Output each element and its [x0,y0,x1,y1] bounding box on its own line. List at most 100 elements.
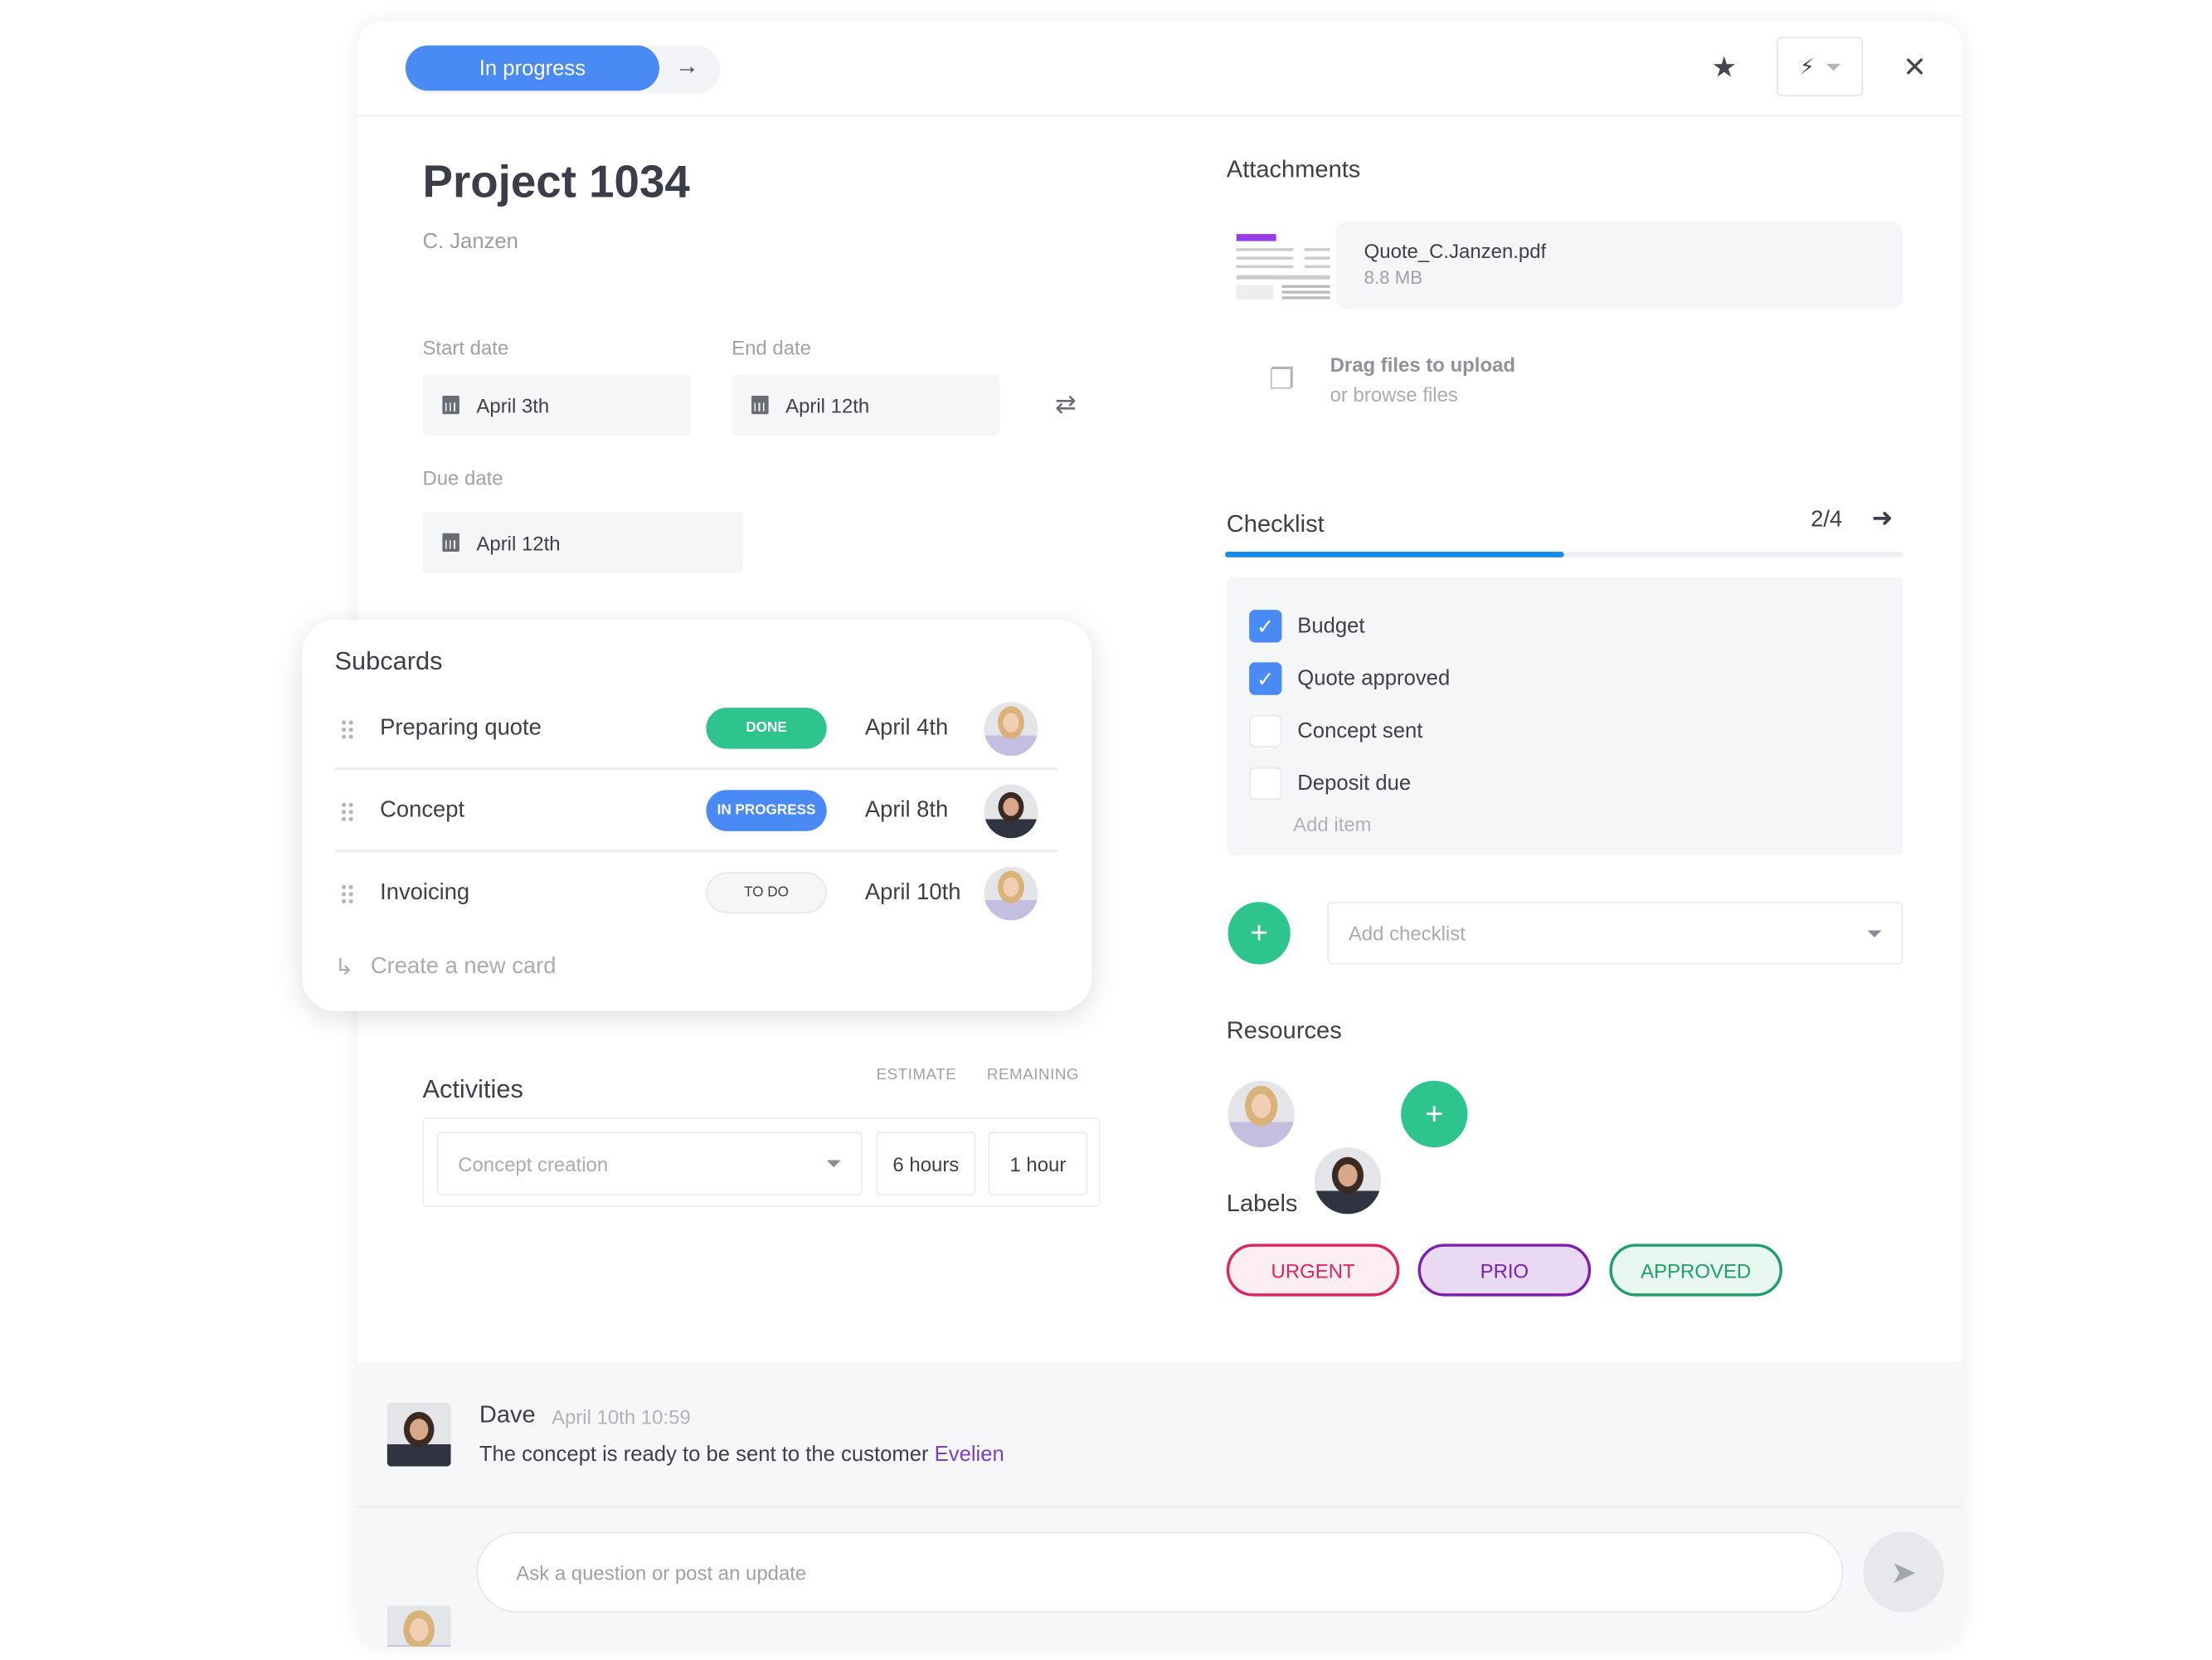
mention-link[interactable]: Evelien [935,1443,1004,1467]
label-approved[interactable]: APPROVED [1609,1244,1782,1297]
comments-area: Dave April 10th 10:59 The concept is rea… [357,1361,1963,1647]
subcard-row[interactable]: Concept IN PROGRESS April 8th [334,772,1058,853]
add-resource-button[interactable]: + [1401,1080,1468,1148]
attachments-title: Attachments [1226,156,1361,183]
checklist-item[interactable]: Concept sent [1249,714,1423,747]
footer-divider [357,1506,1963,1508]
resources-title: Resources [1226,1016,1342,1044]
calendar-icon [442,395,459,415]
start-date-field[interactable]: April 3th [422,374,691,436]
star-icon[interactable]: ★ [1711,50,1737,85]
end-date-label: End date [732,336,811,359]
drag-handle-icon[interactable] [340,883,355,903]
send-icon: ➤ [1890,1553,1917,1589]
page-title: Project 1034 [422,156,690,207]
arrow-right-icon[interactable]: → [675,52,699,80]
subcards-panel: Subcards Preparing quote DONE April 4th … [302,620,1092,1011]
comment-time: April 10th 10:59 [552,1405,691,1429]
drag-handle-icon[interactable] [340,801,355,821]
avatar[interactable] [1228,1080,1295,1148]
drag-handle-icon[interactable] [340,718,355,738]
due-date-field[interactable]: April 12th [422,512,743,573]
subcard-row[interactable]: Invoicing TO DO April 10th [334,852,1057,932]
comment-body: The concept is ready to be sent to the c… [479,1442,935,1467]
avatar [386,1402,451,1467]
status-button[interactable]: In progress [405,45,659,91]
status-badge[interactable]: IN PROGRESS [706,790,827,831]
checklist-item-label: Quote approved [1297,666,1451,691]
subcard-row[interactable]: Preparing quote DONE April 4th [334,689,1058,771]
subcard-date: April 8th [864,797,949,822]
close-icon[interactable]: ✕ [1903,50,1927,85]
labels-list: URGENT PRIO APPROVED [1226,1244,1782,1297]
calendar-icon [442,533,459,553]
subcard-name: Preparing quote [380,715,542,740]
create-card-link[interactable]: ↳ Create a new card [334,953,556,981]
end-date-value: April 12th [785,393,870,416]
due-date-value: April 12th [476,531,561,554]
add-checklist-select[interactable]: Add checklist [1327,902,1903,965]
file-copy-icon: ❐ [1269,364,1295,396]
checklist-item[interactable]: ✓ Quote approved [1249,662,1451,695]
chevron-down-icon [1867,929,1882,937]
activities-title: Activities [422,1074,523,1104]
start-date-label: Start date [422,336,509,359]
client-name: C. Janzen [422,229,518,255]
checkbox[interactable]: ✓ [1249,610,1282,643]
label-prio[interactable]: PRIO [1417,1244,1592,1297]
subcard-date: April 4th [864,715,949,740]
start-date-value: April 3th [476,393,550,416]
send-button[interactable]: ➤ [1863,1531,1944,1613]
status-badge[interactable]: TO DO [706,872,827,913]
activity-value: Concept creation [458,1152,609,1176]
checkbox[interactable] [1249,714,1282,747]
file-size: 8.8 MB [1364,266,1423,289]
avatar[interactable] [984,865,1038,920]
checklist-progress [1225,552,1903,557]
comment-input[interactable]: Ask a question or post an update [476,1531,1844,1613]
checklist-item-label: Budget [1297,614,1365,639]
status-badge[interactable]: DONE [706,708,827,749]
estimate-input[interactable]: 6 hours [876,1132,976,1196]
add-item-input[interactable]: Add item [1293,813,1371,835]
comment-author: Dave [479,1401,536,1429]
avatar[interactable] [984,701,1038,756]
attachment-item[interactable]: Quote_C.Janzen.pdf 8.8 MB [1335,221,1903,309]
automation-dropdown[interactable]: ⚡ [1777,37,1864,97]
subcard-name: Invoicing [380,879,470,904]
activity-select[interactable]: Concept creation [436,1132,863,1196]
return-arrow-icon: ↳ [334,956,354,981]
checklist-item-label: Concept sent [1297,718,1423,743]
checkbox[interactable]: ✓ [1249,662,1282,695]
avatar[interactable] [1314,1147,1382,1215]
remaining-input[interactable]: 1 hour [988,1132,1088,1196]
remaining-header: REMAINING [986,1066,1080,1084]
avatar[interactable] [984,783,1038,838]
chevron-down-icon [1826,63,1840,71]
comment-text: The concept is ready to be sent to the c… [479,1443,1004,1467]
upload-hint[interactable]: Drag files to upload [1330,353,1515,376]
repeat-icon[interactable]: ⇄ [1055,390,1077,420]
browse-files-link[interactable]: or browse files [1330,383,1458,406]
due-date-label: Due date [422,466,503,489]
create-card-label: Create a new card [370,954,557,979]
checklist-title: Checklist [1226,510,1325,538]
checklist-progress-fill [1225,552,1564,557]
status-control: In progress → [405,45,721,94]
subcards-title: Subcards [334,646,443,675]
add-checklist-button[interactable]: + [1228,902,1291,965]
activity-row: Concept creation 6 hours 1 hour [422,1117,1101,1207]
checklist-item[interactable]: Deposit due [1249,767,1412,801]
checklist-count: 2/4 [1811,508,1843,533]
arrow-right-icon[interactable]: ➜ [1872,504,1894,533]
estimate-header: ESTIMATE [876,1066,957,1084]
checklist-item-label: Deposit due [1297,772,1412,796]
label-urgent[interactable]: URGENT [1226,1244,1400,1297]
checklist-panel: ✓ Budget ✓ Quote approved Concept sent Dep… [1226,577,1903,855]
end-date-field[interactable]: April 12th [732,374,1000,436]
labels-title: Labels [1226,1190,1298,1217]
checklist-item[interactable]: ✓ Budget [1249,610,1365,643]
header-divider [357,114,1963,117]
checkbox[interactable] [1249,767,1282,801]
avatar [386,1605,451,1647]
